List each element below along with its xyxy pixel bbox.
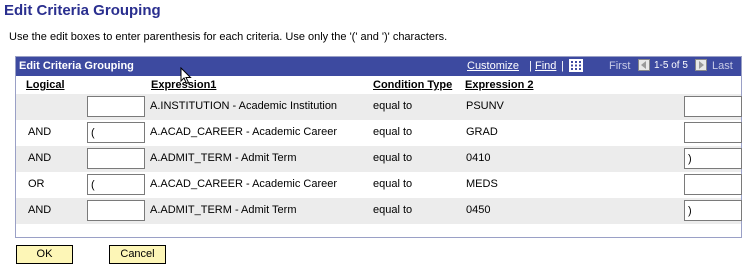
expression1-cell: A.ADMIT_TERM - Admit Term	[150, 152, 297, 164]
expression1-cell: A.ADMIT_TERM - Admit Term	[150, 204, 297, 216]
condition-type-cell: equal to	[373, 178, 413, 190]
cancel-button[interactable]: Cancel	[109, 245, 166, 264]
logical-cell: AND	[28, 126, 52, 138]
expression2-cell: 0410	[466, 152, 491, 164]
criteria-grid: Edit Criteria Grouping Customize | Find …	[15, 56, 742, 238]
expression1-cell: A.INSTITUTION - Academic Institution	[150, 100, 338, 112]
close-paren-input[interactable]	[684, 96, 742, 117]
close-paren-input[interactable]	[684, 122, 742, 143]
arrow-left-icon[interactable]	[638, 59, 650, 71]
condition-type-cell: equal to	[373, 204, 413, 216]
logical-cell: OR	[28, 178, 45, 190]
open-paren-input[interactable]	[87, 148, 145, 169]
close-paren-input[interactable]	[684, 174, 742, 195]
mouse-cursor-icon	[180, 66, 193, 85]
logical-cell: AND	[28, 152, 52, 164]
open-paren-input[interactable]	[87, 96, 145, 117]
customize-link[interactable]: Customize	[467, 60, 519, 72]
table-row: A.INSTITUTION - Academic Institution equ…	[16, 94, 742, 120]
find-link[interactable]: Find	[535, 60, 556, 72]
grid-title: Edit Criteria Grouping	[19, 60, 134, 72]
expression2-cell: GRAD	[466, 126, 498, 138]
grid-header: Edit Criteria Grouping Customize | Find …	[16, 57, 741, 76]
find-link-label[interactable]: Find	[535, 60, 556, 72]
page-title: Edit Criteria Grouping	[4, 2, 161, 19]
column-header-logical[interactable]: Logical	[26, 79, 65, 91]
condition-type-cell: equal to	[373, 126, 413, 138]
logical-cell: AND	[28, 204, 52, 216]
expression2-cell: MEDS	[466, 178, 498, 190]
last-label[interactable]: Last	[712, 60, 733, 72]
customize-link-label[interactable]: Customize	[467, 60, 519, 72]
open-paren-input[interactable]	[87, 122, 145, 143]
column-header-condition-type[interactable]: Condition Type	[373, 79, 452, 91]
column-header-expression2[interactable]: Expression 2	[465, 79, 533, 91]
expression2-cell: PSUNV	[466, 100, 504, 112]
ok-button[interactable]: OK	[16, 245, 73, 264]
instructions-text: Use the edit boxes to enter parenthesis …	[9, 31, 448, 43]
row-range: 1-5 of 5	[654, 60, 688, 71]
expression1-cell: A.ACAD_CAREER - Academic Career	[150, 126, 338, 138]
close-paren-input[interactable]	[684, 200, 742, 221]
expression2-cell: 0450	[466, 204, 491, 216]
table-row: AND A.ADMIT_TERM - Admit Term equal to 0…	[16, 146, 742, 172]
condition-type-cell: equal to	[373, 152, 413, 164]
first-label[interactable]: First	[609, 60, 630, 72]
open-paren-input[interactable]	[87, 174, 145, 195]
table-row: AND A.ACAD_CAREER - Academic Career equa…	[16, 120, 742, 146]
open-paren-input[interactable]	[87, 200, 145, 221]
separator: |	[561, 60, 564, 72]
expression1-cell: A.ACAD_CAREER - Academic Career	[150, 178, 338, 190]
arrow-right-icon[interactable]	[695, 59, 707, 71]
table-row: AND A.ADMIT_TERM - Admit Term equal to 0…	[16, 198, 742, 224]
condition-type-cell: equal to	[373, 100, 413, 112]
close-paren-input[interactable]	[684, 148, 742, 169]
table-row: OR A.ACAD_CAREER - Academic Career equal…	[16, 172, 742, 198]
grid-view-icon[interactable]	[569, 59, 583, 72]
separator: |	[529, 60, 532, 72]
